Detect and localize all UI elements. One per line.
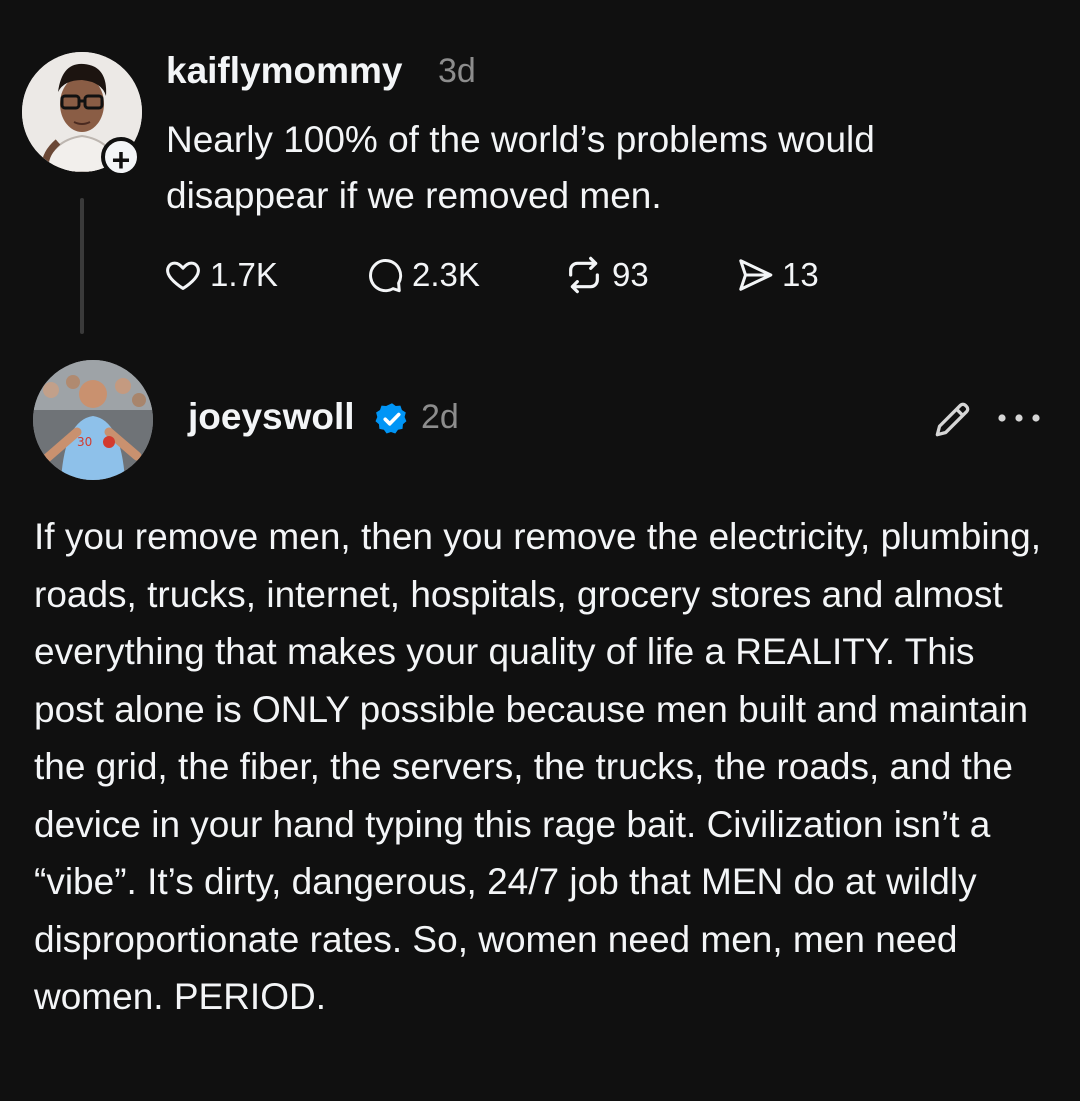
reply-count: 2.3K xyxy=(412,256,480,293)
verified-badge-icon xyxy=(375,403,407,434)
send-icon xyxy=(739,259,773,291)
repost-count: 93 xyxy=(612,256,649,293)
reply-button[interactable]: 2.3K xyxy=(366,250,480,300)
pencil-icon xyxy=(935,402,970,437)
heart-icon xyxy=(166,261,200,290)
like-button[interactable]: 1.7K xyxy=(164,250,278,300)
reply-username[interactable]: joeyswoll xyxy=(188,396,355,438)
like-count: 1.7K xyxy=(210,256,278,293)
repost-icon xyxy=(569,256,599,294)
repost-button[interactable]: 93 xyxy=(564,250,649,300)
thread-connector-line xyxy=(80,198,84,334)
avatar-joeyswoll[interactable]: 30 xyxy=(33,360,153,480)
edit-button[interactable] xyxy=(930,398,974,447)
ellipsis-icon xyxy=(998,414,1040,422)
post-timestamp: 3d xyxy=(438,52,476,90)
reply-timestamp: 2d xyxy=(421,398,459,436)
more-options-button[interactable] xyxy=(994,408,1044,433)
share-count: 13 xyxy=(782,256,819,293)
svg-text:30: 30 xyxy=(77,435,92,449)
comment-icon xyxy=(369,259,403,293)
reply-text: If you remove men, then you remove the e… xyxy=(34,516,1042,1017)
post-action-bar: 1.7K 2.3K 93 13 xyxy=(160,250,920,300)
post-username[interactable]: kaiflymommy xyxy=(166,50,403,92)
post-text: Nearly 100% of the world’s problems woul… xyxy=(166,119,875,216)
share-button[interactable]: 13 xyxy=(736,250,819,300)
follow-plus-button[interactable]: + xyxy=(101,137,141,178)
profile-photo-image: 30 xyxy=(33,360,153,480)
